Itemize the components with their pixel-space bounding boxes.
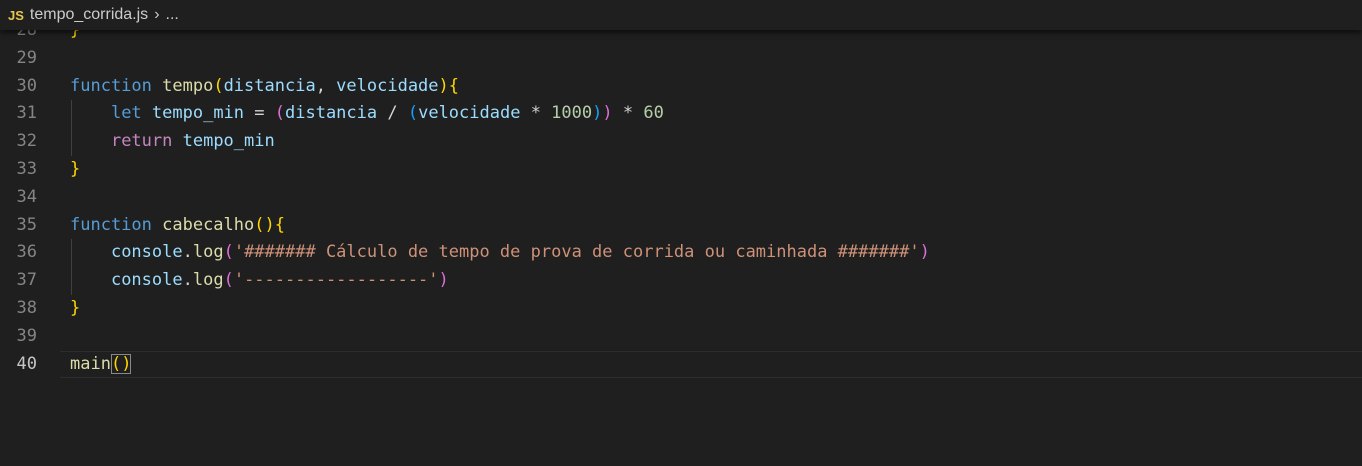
code-token: . bbox=[182, 270, 193, 291]
code-token: ) bbox=[438, 270, 449, 291]
line-number: 31 bbox=[16, 103, 37, 124]
code-text: console.log('####### Cálculo de tempo de… bbox=[70, 239, 930, 267]
line-number: 36 bbox=[16, 242, 37, 263]
code-token: '------------------' bbox=[233, 270, 439, 291]
code-editor[interactable]: 28} 29 30 function tempo(distancia, velocid… bbox=[0, 17, 1362, 379]
code-token: ( bbox=[223, 242, 234, 263]
code-token: ( bbox=[254, 214, 265, 235]
code-line[interactable]: 38} bbox=[0, 295, 1362, 323]
code-line[interactable]: 29 bbox=[0, 45, 1362, 73]
code-token: ) bbox=[264, 214, 275, 235]
code-token: } bbox=[70, 297, 81, 318]
code-token: ) bbox=[438, 75, 449, 96]
code-line[interactable]: 33} bbox=[0, 156, 1362, 184]
code-line[interactable]: 40 main() bbox=[0, 350, 1362, 379]
code-token: 1000 bbox=[551, 103, 593, 124]
code-token: () bbox=[110, 353, 132, 374]
code-line[interactable]: 31 let tempo_min = (distancia / (velocid… bbox=[0, 100, 1362, 129]
line-number: 35 bbox=[16, 214, 37, 235]
code-token: distancia bbox=[223, 75, 316, 96]
breadcrumb: JS tempo_corrida.js › ... bbox=[0, 0, 1362, 30]
line-number: 33 bbox=[16, 158, 37, 179]
code-token: function bbox=[70, 214, 163, 235]
code-text: function cabecalho(){ bbox=[70, 212, 285, 240]
code-token: let bbox=[110, 103, 152, 124]
code-token: 60 bbox=[643, 103, 664, 124]
code-text: main() bbox=[70, 351, 132, 379]
code-token: ( bbox=[274, 103, 285, 124]
code-token: , bbox=[315, 75, 337, 96]
line-number: 40 bbox=[16, 353, 37, 374]
line-number: 30 bbox=[16, 75, 37, 96]
code-token: velocidade bbox=[418, 103, 521, 124]
code-token: { bbox=[274, 214, 285, 235]
breadcrumb-more[interactable]: ... bbox=[166, 6, 179, 24]
code-token: return bbox=[110, 131, 183, 152]
code-token: / bbox=[377, 103, 408, 124]
code-token: cabecalho bbox=[162, 214, 255, 235]
code-text: let tempo_min = (distancia / (velocidade… bbox=[70, 100, 664, 128]
code-token: { bbox=[448, 75, 460, 96]
code-token: log bbox=[192, 242, 224, 263]
code-token: ) bbox=[602, 103, 613, 124]
line-number: 32 bbox=[16, 131, 37, 152]
javascript-file-icon: JS bbox=[8, 7, 24, 23]
code-token: distancia bbox=[285, 103, 378, 124]
code-token: console bbox=[110, 242, 183, 263]
code-line[interactable]: 37 console.log('------------------') bbox=[0, 267, 1362, 295]
code-token: * bbox=[612, 103, 644, 124]
breadcrumb-file[interactable]: tempo_corrida.js bbox=[30, 6, 148, 24]
code-line[interactable]: 30 function tempo(distancia, velocidade){ bbox=[0, 73, 1362, 101]
code-token: tempo bbox=[162, 75, 214, 96]
code-text: function tempo(distancia, velocidade){ bbox=[70, 73, 459, 101]
code-token: tempo_min bbox=[182, 131, 275, 152]
code-token: . bbox=[182, 242, 193, 263]
code-text: return tempo_min bbox=[70, 128, 275, 156]
code-token: * bbox=[520, 103, 552, 124]
line-number: 29 bbox=[16, 47, 37, 68]
code-token: } bbox=[70, 158, 81, 179]
code-token: log bbox=[192, 270, 224, 291]
line-number: 37 bbox=[16, 270, 37, 291]
code-token: ( bbox=[223, 270, 234, 291]
code-token: ( bbox=[407, 103, 419, 124]
line-number: 34 bbox=[16, 186, 37, 207]
code-token: ( bbox=[213, 75, 224, 96]
code-line[interactable]: 36 console.log('####### Cálculo de tempo… bbox=[0, 239, 1362, 268]
code-token: ) bbox=[592, 103, 603, 124]
code-line[interactable]: 35 function cabecalho(){ bbox=[0, 212, 1362, 240]
code-token: function bbox=[70, 75, 163, 96]
line-number: 39 bbox=[16, 325, 37, 346]
code-text: } bbox=[70, 156, 80, 184]
code-token: '####### Cálculo de tempo de prova de co… bbox=[233, 242, 920, 263]
line-number: 38 bbox=[16, 297, 37, 318]
code-line[interactable]: 34 bbox=[0, 184, 1362, 212]
code-text: } bbox=[70, 295, 80, 323]
code-line[interactable]: 39 bbox=[0, 323, 1362, 351]
code-text: console.log('------------------') bbox=[70, 267, 449, 295]
code-token: velocidade bbox=[336, 75, 439, 96]
code-line[interactable]: 32 return tempo_min bbox=[0, 128, 1362, 156]
code-token: console bbox=[110, 270, 183, 291]
code-token: tempo_min bbox=[151, 103, 245, 124]
code-token: ) bbox=[919, 242, 930, 263]
chevron-right-icon: › bbox=[154, 6, 160, 23]
code-token: main bbox=[70, 353, 111, 374]
code-token: = bbox=[244, 103, 275, 124]
